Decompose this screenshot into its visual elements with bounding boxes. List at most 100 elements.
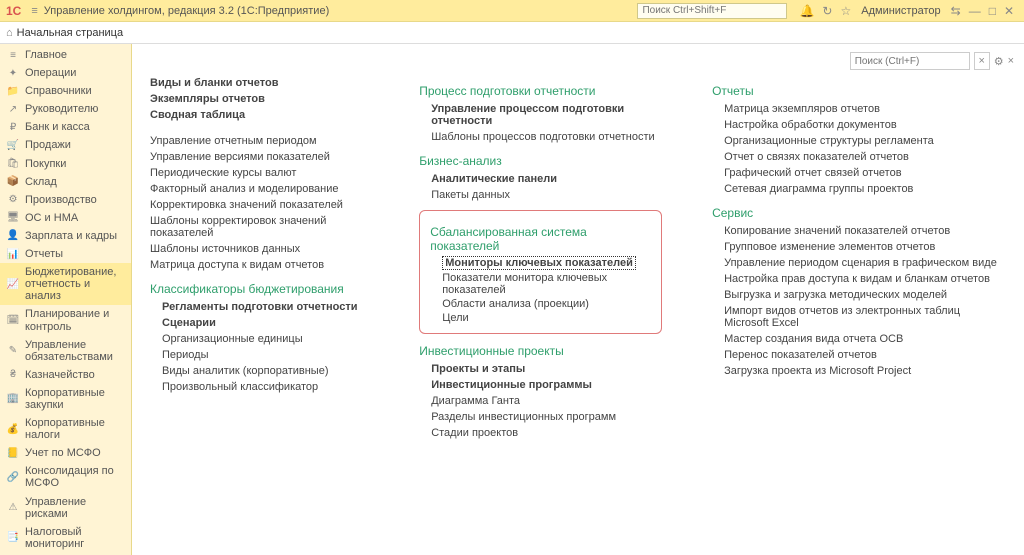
- sidebar-item-4[interactable]: ₽Банк и касса: [0, 118, 131, 136]
- nav-link[interactable]: Настройка прав доступа к видам и бланкам…: [712, 272, 1006, 286]
- nav-link[interactable]: Пакеты данных: [419, 188, 662, 202]
- customize-icon[interactable]: ⇆: [951, 4, 961, 18]
- section-heading[interactable]: Классификаторы бюджетирования: [150, 282, 369, 296]
- nav-link[interactable]: Управление отчетным периодом: [150, 134, 369, 148]
- content-search-clear-icon[interactable]: ×: [974, 52, 990, 70]
- nav-link[interactable]: Настройка обработки документов: [712, 118, 1006, 132]
- nav-link[interactable]: Периодические курсы валют: [150, 166, 369, 180]
- sidebar-item-label: Планирование и контроль: [25, 308, 125, 332]
- section-heading[interactable]: Инвестиционные проекты: [419, 344, 662, 358]
- nav-link[interactable]: Графический отчет связей отчетов: [712, 166, 1006, 180]
- star-icon[interactable]: ☆: [840, 4, 851, 18]
- nav-link[interactable]: Матрица экземпляров отчетов: [712, 102, 1006, 116]
- nav-link[interactable]: Импорт видов отчетов из электронных табл…: [712, 304, 1006, 330]
- nav-link[interactable]: Виды аналитик (корпоративные): [150, 364, 369, 378]
- menu-icon[interactable]: ≡: [31, 5, 37, 17]
- nav-link[interactable]: Групповое изменение элементов отчетов: [712, 240, 1006, 254]
- sidebar-item-9[interactable]: 🖥ОС и НМА: [0, 209, 131, 227]
- nav-link[interactable]: Произвольный классификатор: [150, 380, 369, 394]
- sidebar-item-13[interactable]: 🗓Планирование и контроль: [0, 305, 131, 335]
- sidebar-item-18[interactable]: 📒Учет по МСФО: [0, 444, 131, 462]
- sidebar-item-12[interactable]: 📈Бюджетирование, отчетность и анализ: [0, 263, 131, 305]
- content-close-icon[interactable]: ×: [1008, 55, 1014, 67]
- section-heading[interactable]: Сервис: [712, 206, 1006, 220]
- nav-link[interactable]: Факторный анализ и моделирование: [150, 182, 369, 196]
- sidebar-item-5[interactable]: 🛒Продажи: [0, 136, 131, 154]
- nav-link[interactable]: Шаблоны корректировок значений показател…: [150, 214, 369, 240]
- nav-link[interactable]: Управление процессом подготовки отчетнос…: [419, 102, 662, 128]
- nav-link[interactable]: Диаграмма Ганта: [419, 394, 662, 408]
- sidebar-item-21[interactable]: 📑Налоговый мониторинг: [0, 523, 131, 553]
- nav-link[interactable]: Организационные единицы: [150, 332, 369, 346]
- sidebar-item-10[interactable]: 👤Зарплата и кадры: [0, 227, 131, 245]
- sidebar-item-0[interactable]: ≡Главное: [0, 46, 131, 64]
- minimize-icon[interactable]: —: [969, 4, 981, 18]
- sidebar-item-15[interactable]: ₴Казначейство: [0, 366, 131, 384]
- sidebar-item-19[interactable]: 🔗Консолидация по МСФО: [0, 462, 131, 492]
- sidebar-item-3[interactable]: ↗Руководителю: [0, 100, 131, 118]
- content-search-input[interactable]: [850, 52, 970, 70]
- section-heading[interactable]: Отчеты: [712, 84, 1006, 98]
- nav-link[interactable]: Экземпляры отчетов: [150, 92, 369, 106]
- nav-link[interactable]: Стадии проектов: [419, 426, 662, 440]
- sidebar-item-2[interactable]: 📁Справочники: [0, 82, 131, 100]
- nav-link[interactable]: Организационные структуры регламента: [712, 134, 1006, 148]
- sidebar-item-label: ОС и НМА: [25, 212, 125, 224]
- nav-link[interactable]: Управление периодом сценария в графическ…: [712, 256, 1006, 270]
- nav-link[interactable]: Матрица доступа к видам отчетов: [150, 258, 369, 272]
- sidebar-item-8[interactable]: ⚙Производство: [0, 191, 131, 209]
- nav-link[interactable]: Перенос показателей отчетов: [712, 348, 1006, 362]
- nav-link[interactable]: Инвестиционные программы: [419, 378, 662, 392]
- nav-link[interactable]: Управление версиями показателей: [150, 150, 369, 164]
- nav-link[interactable]: Проекты и этапы: [419, 362, 662, 376]
- nav-link[interactable]: Шаблоны процессов подготовки отчетности: [419, 130, 662, 144]
- sidebar-item-6[interactable]: 🛍Покупки: [0, 155, 131, 173]
- nav-link[interactable]: Разделы инвестиционных программ: [419, 410, 662, 424]
- bell-icon[interactable]: 🔔: [799, 4, 814, 18]
- sidebar-item-11[interactable]: 📊Отчеты: [0, 245, 131, 263]
- sidebar-item-label: Операции: [25, 67, 125, 79]
- sidebar-item-14[interactable]: ✎Управление обязательствами: [0, 336, 131, 366]
- nav-link[interactable]: Выгрузка и загрузка методических моделей: [712, 288, 1006, 302]
- logo-icon: 1С: [6, 4, 21, 18]
- nav-link[interactable]: Виды и бланки отчетов: [150, 76, 369, 90]
- sidebar-icon: 👤: [6, 230, 20, 241]
- nav-link[interactable]: Загрузка проекта из Microsoft Project: [712, 364, 1006, 378]
- selected-nav-link[interactable]: Мониторы ключевых показателей: [442, 256, 636, 270]
- nav-link[interactable]: Сценарии: [150, 316, 369, 330]
- nav-link[interactable]: Корректировка значений показателей: [150, 198, 369, 212]
- nav-link[interactable]: Мониторы ключевых показателей: [430, 255, 651, 271]
- nav-link[interactable]: Цели: [430, 311, 651, 325]
- nav-link[interactable]: Области анализа (проекции): [430, 297, 651, 311]
- user-label[interactable]: Администратор: [861, 5, 940, 17]
- maximize-icon[interactable]: □: [989, 4, 996, 18]
- section-heading[interactable]: Процесс подготовки отчетности: [419, 84, 662, 98]
- gear-icon[interactable]: ⚙: [994, 55, 1004, 68]
- nav-link[interactable]: Копирование значений показателей отчетов: [712, 224, 1006, 238]
- history-icon[interactable]: ↻: [822, 4, 832, 18]
- sidebar-icon: 🏢: [6, 393, 20, 404]
- sidebar-item-20[interactable]: ⚠Управление рисками: [0, 493, 131, 523]
- tab-home[interactable]: Начальная страница: [17, 27, 123, 39]
- sidebar-icon: ₽: [6, 122, 20, 133]
- nav-link[interactable]: Аналитические панели: [419, 172, 662, 186]
- sidebar-item-1[interactable]: ✦Операции: [0, 64, 131, 82]
- nav-link[interactable]: Сетевая диаграмма группы проектов: [712, 182, 1006, 196]
- section-heading[interactable]: Бизнес-анализ: [419, 154, 662, 168]
- nav-link[interactable]: Сводная таблица: [150, 108, 369, 122]
- nav-link[interactable]: Мастер создания вида отчета ОСВ: [712, 332, 1006, 346]
- sidebar-icon: 📊: [6, 249, 20, 260]
- nav-link[interactable]: Показатели монитора ключевых показателей: [430, 271, 651, 297]
- close-icon[interactable]: ✕: [1004, 4, 1014, 18]
- home-icon[interactable]: ⌂: [6, 27, 13, 39]
- sidebar-item-16[interactable]: 🏢Корпоративные закупки: [0, 384, 131, 414]
- nav-link[interactable]: Отчет о связях показателей отчетов: [712, 150, 1006, 164]
- sidebar-item-label: Учет по МСФО: [25, 447, 125, 459]
- nav-link[interactable]: Шаблоны источников данных: [150, 242, 369, 256]
- sidebar-item-7[interactable]: 📦Склад: [0, 173, 131, 191]
- nav-link[interactable]: Регламенты подготовки отчетности: [150, 300, 369, 314]
- section-heading[interactable]: Сбалансированная система показателей: [430, 225, 651, 253]
- sidebar-item-17[interactable]: 💰Корпоративные налоги: [0, 414, 131, 444]
- nav-link[interactable]: Периоды: [150, 348, 369, 362]
- global-search-input[interactable]: [637, 3, 787, 19]
